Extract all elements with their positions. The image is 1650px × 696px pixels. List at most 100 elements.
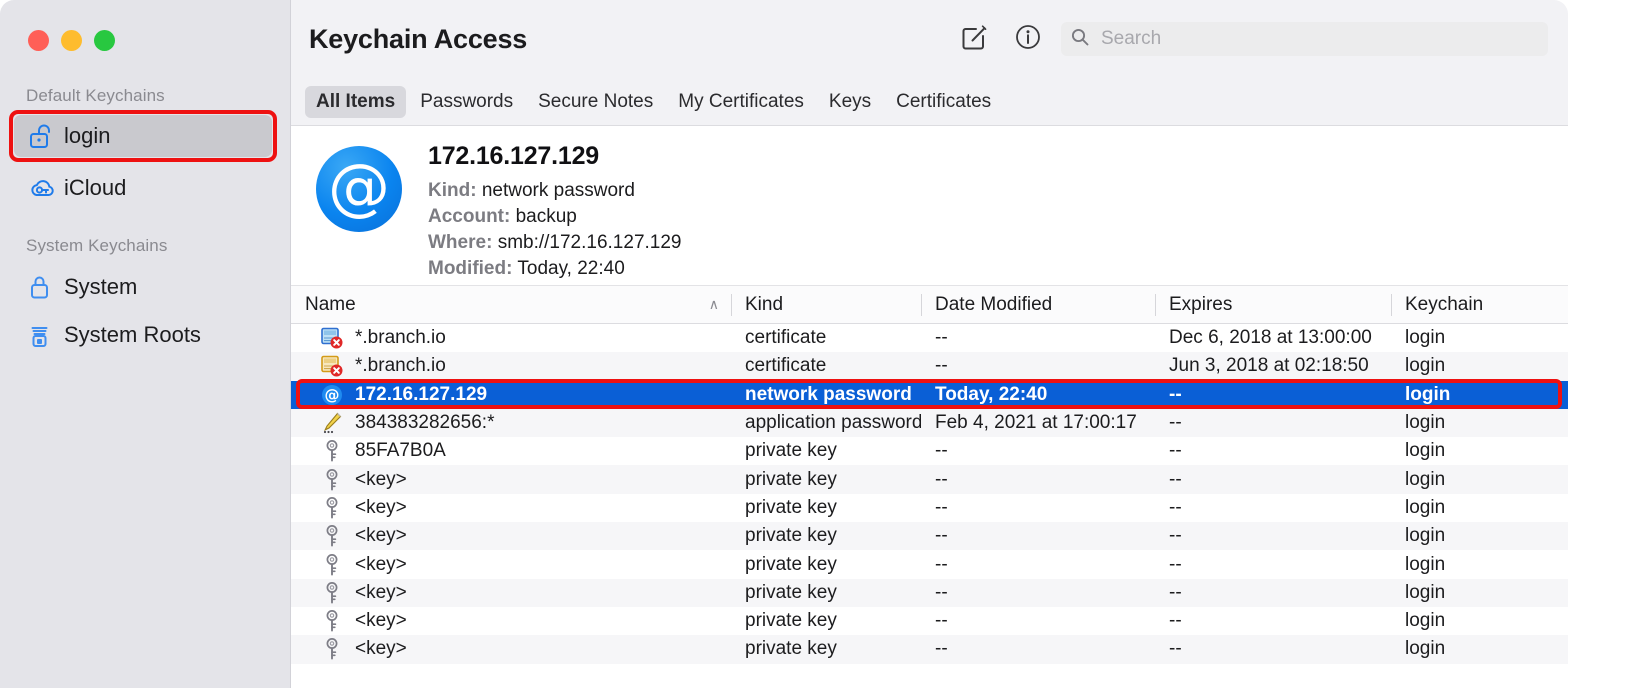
cell-name: <key> bbox=[291, 468, 731, 492]
column-header-kind[interactable]: Kind bbox=[731, 286, 921, 323]
cell-keychain: login bbox=[1391, 384, 1568, 406]
cell-name: 85FA7B0A bbox=[291, 439, 731, 463]
column-header-expires[interactable]: Expires bbox=[1155, 286, 1391, 323]
cell-name: <key> bbox=[291, 637, 731, 661]
tab-secure-notes[interactable]: Secure Notes bbox=[527, 86, 664, 118]
cell-date-modified: -- bbox=[921, 610, 1155, 632]
cell-kind: private key bbox=[731, 497, 921, 519]
column-label: Expires bbox=[1169, 294, 1232, 316]
cell-kind: private key bbox=[731, 469, 921, 491]
keychain-access-window: Default Keychains login iCloud bbox=[0, 0, 1568, 688]
cell-name: *.branch.io bbox=[291, 354, 731, 378]
sidebar-section-default-keychains: Default Keychains bbox=[26, 86, 165, 106]
sidebar-item-login[interactable]: login bbox=[14, 115, 272, 157]
column-header-date-modified[interactable]: Date Modified bbox=[921, 286, 1155, 323]
cell-name: 384383282656:* bbox=[291, 411, 731, 435]
cell-kind: private key bbox=[731, 440, 921, 462]
cell-expires: -- bbox=[1155, 638, 1391, 660]
tab-keys[interactable]: Keys bbox=[818, 86, 882, 118]
cell-date-modified: Feb 4, 2021 at 17:00:17 bbox=[921, 412, 1155, 434]
content-area: Keychain Access bbox=[291, 0, 1568, 688]
table-row[interactable]: @172.16.127.129network passwordToday, 22… bbox=[291, 381, 1568, 409]
table-row[interactable]: 384383282656:* application passwordFeb 4,… bbox=[291, 409, 1568, 437]
cell-keychain: login bbox=[1391, 638, 1568, 660]
table-row[interactable]: <key>private key----login bbox=[291, 550, 1568, 578]
filter-tab-bar: All Items Passwords Secure Notes My Cert… bbox=[291, 78, 1568, 126]
cell-expires: Jun 3, 2018 at 02:18:50 bbox=[1155, 355, 1391, 377]
tab-certificates[interactable]: Certificates bbox=[885, 86, 1002, 118]
search-input[interactable] bbox=[1099, 27, 1539, 51]
search-field[interactable] bbox=[1061, 22, 1548, 56]
close-button[interactable] bbox=[28, 30, 49, 51]
cell-kind: private key bbox=[731, 638, 921, 660]
table-row[interactable]: <key>private key----login bbox=[291, 494, 1568, 522]
cell-keychain: login bbox=[1391, 582, 1568, 604]
row-name-label: <key> bbox=[355, 525, 407, 547]
cell-expires: -- bbox=[1155, 440, 1391, 462]
minimize-button[interactable] bbox=[61, 30, 82, 51]
cell-name: @172.16.127.129 bbox=[291, 384, 731, 406]
cell-kind: private key bbox=[731, 582, 921, 604]
sidebar-section-system-keychains: System Keychains bbox=[26, 236, 167, 256]
detail-key: Account: bbox=[428, 206, 510, 227]
new-item-button[interactable] bbox=[953, 18, 995, 60]
sidebar-item-label: System bbox=[64, 274, 137, 300]
key-icon bbox=[319, 439, 345, 463]
column-header-name[interactable]: Name ∧ bbox=[291, 286, 731, 323]
page-title: Keychain Access bbox=[309, 24, 527, 55]
column-header-keychain[interactable]: Keychain bbox=[1391, 286, 1568, 323]
row-name-label: <key> bbox=[355, 554, 407, 576]
detail-row-kind: Kind: network password bbox=[428, 178, 682, 204]
table-row[interactable]: 85FA7B0Aprivate key----login bbox=[291, 437, 1568, 465]
cell-expires: -- bbox=[1155, 384, 1391, 406]
row-name-label: 384383282656:* bbox=[355, 412, 494, 434]
cell-keychain: login bbox=[1391, 355, 1568, 377]
cell-date-modified: -- bbox=[921, 525, 1155, 547]
cell-expires: Dec 6, 2018 at 13:00:00 bbox=[1155, 327, 1391, 349]
cell-keychain: login bbox=[1391, 610, 1568, 632]
table-row[interactable]: <key>private key----login bbox=[291, 522, 1568, 550]
sidebar-item-system-roots[interactable]: System Roots bbox=[14, 314, 272, 356]
tab-all-items[interactable]: All Items bbox=[305, 86, 406, 118]
tab-passwords[interactable]: Passwords bbox=[409, 86, 524, 118]
cell-name: <key> bbox=[291, 524, 731, 548]
cell-keychain: login bbox=[1391, 327, 1568, 349]
row-name-label: <key> bbox=[355, 469, 407, 491]
cell-keychain: login bbox=[1391, 525, 1568, 547]
cell-expires: -- bbox=[1155, 469, 1391, 491]
key-icon bbox=[319, 496, 345, 520]
detail-item-name: 172.16.127.129 bbox=[428, 142, 682, 171]
detail-row-account: Account: backup bbox=[428, 204, 682, 230]
table-row[interactable]: <key>private key----login bbox=[291, 635, 1568, 663]
cell-expires: -- bbox=[1155, 582, 1391, 604]
certificate-revoked-yellow-icon bbox=[319, 354, 345, 378]
at-sign-avatar-icon: @ bbox=[316, 146, 402, 232]
row-name-label: <key> bbox=[355, 582, 407, 604]
cell-kind: application password bbox=[731, 412, 921, 434]
cell-keychain: login bbox=[1391, 412, 1568, 434]
row-name-label: <key> bbox=[355, 638, 407, 660]
maximize-button[interactable] bbox=[94, 30, 115, 51]
cell-date-modified: -- bbox=[921, 327, 1155, 349]
table-row[interactable]: <key>private key----login bbox=[291, 607, 1568, 635]
sidebar-item-system[interactable]: System bbox=[14, 266, 272, 308]
table-row[interactable]: <key>private key----login bbox=[291, 579, 1568, 607]
cell-expires: -- bbox=[1155, 525, 1391, 547]
cell-name: *.branch.io bbox=[291, 326, 731, 350]
compose-icon bbox=[959, 22, 989, 57]
row-name-label: 172.16.127.129 bbox=[355, 384, 487, 406]
row-name-label: *.branch.io bbox=[355, 327, 446, 349]
sidebar-item-icloud[interactable]: iCloud bbox=[14, 167, 272, 209]
table-row[interactable]: <key>private key----login bbox=[291, 465, 1568, 493]
cell-expires: -- bbox=[1155, 610, 1391, 632]
table-row[interactable]: *.branch.iocertificate--Dec 6, 2018 at 1… bbox=[291, 324, 1568, 352]
key-icon bbox=[319, 553, 345, 577]
column-label: Name bbox=[305, 294, 356, 316]
detail-value: backup bbox=[516, 206, 577, 227]
tab-my-certificates[interactable]: My Certificates bbox=[667, 86, 815, 118]
info-button[interactable] bbox=[1007, 18, 1049, 60]
cell-keychain: login bbox=[1391, 440, 1568, 462]
cell-kind: certificate bbox=[731, 355, 921, 377]
cell-keychain: login bbox=[1391, 497, 1568, 519]
table-row[interactable]: *.branch.iocertificate--Jun 3, 2018 at 0… bbox=[291, 352, 1568, 380]
